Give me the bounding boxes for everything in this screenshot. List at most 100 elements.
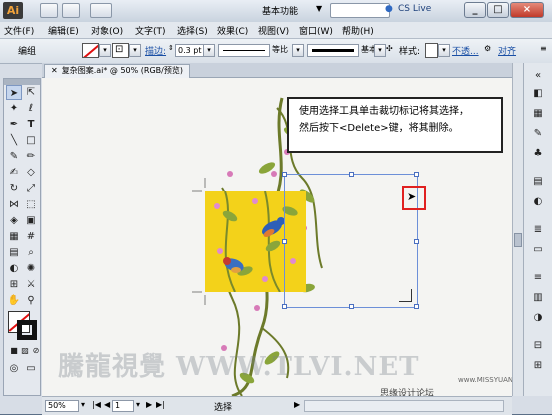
close-tab-icon[interactable]: ✕	[51, 66, 58, 75]
transparency-panel-icon[interactable]: ◑	[531, 311, 545, 325]
type-tool-icon[interactable]: T	[23, 117, 39, 132]
pencil-tool-icon[interactable]: ✏	[23, 149, 39, 164]
vertical-scrollbar[interactable]	[512, 63, 523, 396]
blend-tool-icon[interactable]: ◐	[6, 261, 22, 276]
cs-live-button[interactable]: CS Live	[398, 4, 431, 14]
pen-tool-icon[interactable]: ✒	[6, 117, 22, 132]
scale-tool-icon[interactable]: ⤢	[23, 181, 39, 196]
next-artboard-icon[interactable]: ▶	[146, 400, 152, 409]
artboards-panel-icon[interactable]: ▭	[531, 243, 545, 257]
maximize-button[interactable]: □	[487, 2, 509, 18]
menu-effect[interactable]: 效果(C)	[217, 24, 248, 37]
paintbrush-tool-icon[interactable]: ✎	[6, 149, 22, 164]
stroke-color-box[interactable]	[17, 320, 37, 340]
brush-dropdown[interactable]: ▾	[374, 44, 386, 57]
handle-bottom-left[interactable]	[282, 304, 287, 309]
vertical-scroll-thumb[interactable]	[514, 233, 522, 247]
zoom-tool-icon[interactable]: ⚲	[23, 293, 39, 308]
panel-menu-icon[interactable]: ≡	[540, 44, 547, 53]
arrange-documents-button[interactable]	[62, 3, 80, 18]
rectangle-tool-icon[interactable]: □	[23, 133, 39, 148]
handle-bottom-right[interactable]	[414, 304, 419, 309]
workspace-switcher[interactable]: 基本功能	[262, 4, 298, 17]
appearance-panel-icon[interactable]: ◐	[531, 195, 545, 209]
brush-definition[interactable]	[307, 44, 359, 57]
align-panel-icon[interactable]: ⊟	[531, 339, 545, 353]
fill-dropdown[interactable]: ▾	[99, 44, 111, 57]
search-field[interactable]	[330, 3, 390, 18]
eyedropper-tool-icon[interactable]: ⌕	[23, 245, 39, 260]
collapse-panels-icon[interactable]: «	[531, 69, 545, 83]
menu-help[interactable]: 帮助(H)	[342, 24, 374, 37]
stroke-swatch[interactable]: ⊡	[112, 43, 129, 58]
first-artboard-icon[interactable]: |◀	[92, 400, 101, 409]
line-tool-icon[interactable]: ╲	[6, 133, 22, 148]
graphic-style-swatch[interactable]	[425, 43, 438, 58]
recolor-artwork-icon[interactable]: ⚙	[484, 44, 491, 53]
handle-middle-right[interactable]	[414, 239, 419, 244]
brushes-panel-icon[interactable]: ✎	[531, 127, 545, 141]
menu-object[interactable]: 对象(O)	[91, 24, 123, 37]
transform-panel-icon[interactable]: ⊞	[531, 359, 545, 373]
crop-mark-corner[interactable]	[399, 289, 412, 302]
screen-mode-icon[interactable]: ▭	[23, 361, 39, 376]
artboard-number-field[interactable]: 1	[112, 400, 134, 412]
fill-stroke-widget[interactable]	[8, 311, 38, 341]
perspective-grid-tool-icon[interactable]: ▦	[6, 229, 22, 244]
fill-swatch[interactable]	[82, 43, 99, 58]
rotate-tool-icon[interactable]: ↻	[6, 181, 22, 196]
stroke-dropdown[interactable]: ▾	[129, 44, 141, 57]
gradient-panel-icon[interactable]: ▥	[531, 291, 545, 305]
canvas[interactable]: ➤ 使用选择工具单击裁切标记将其选择， 然后按下<Delete>键，将其删除。 …	[42, 78, 512, 396]
swatches-panel-icon[interactable]: ▦	[531, 107, 545, 121]
live-paint-tool-icon[interactable]: ▣	[23, 213, 39, 228]
draw-mode-icon[interactable]: ◎	[6, 361, 22, 376]
minimize-button[interactable]: _	[464, 2, 486, 18]
eraser-tool-icon[interactable]: ◇	[23, 165, 39, 180]
brush-options-icon[interactable]: ✣	[386, 44, 393, 53]
layers-panel-icon[interactable]: ≣	[531, 223, 545, 237]
variable-width-profile[interactable]	[218, 44, 270, 57]
bridge-button[interactable]	[40, 3, 58, 18]
profile-dropdown[interactable]: ▾	[292, 44, 304, 57]
stroke-panel-icon[interactable]: ≡	[531, 271, 545, 285]
artboard-tool-icon[interactable]: ⊞	[6, 277, 22, 292]
opacity-link[interactable]: 不透...	[452, 44, 479, 57]
menu-file[interactable]: 文件(F)	[4, 24, 34, 37]
free-transform-tool-icon[interactable]: ⬚	[23, 197, 39, 212]
menu-type[interactable]: 文字(T)	[135, 24, 166, 37]
selection-tool-icon[interactable]: ➤	[6, 85, 22, 100]
align-link[interactable]: 对齐	[498, 44, 516, 57]
symbols-panel-icon[interactable]: ♣	[531, 147, 545, 161]
shape-builder-tool-icon[interactable]: ◈	[6, 213, 22, 228]
selection-bounding-box[interactable]	[282, 172, 419, 309]
last-artboard-icon[interactable]: ▶|	[156, 400, 165, 409]
stroke-weight-dropdown[interactable]: ▾	[203, 44, 215, 57]
menu-window[interactable]: 窗口(W)	[299, 24, 333, 37]
horizontal-scrollbar[interactable]	[304, 400, 504, 412]
artboard-dropdown-icon[interactable]: ▾	[136, 400, 140, 409]
symbol-sprayer-tool-icon[interactable]: ✺	[23, 261, 39, 276]
zoom-dropdown-icon[interactable]: ▾	[81, 400, 85, 409]
previous-artboard-icon[interactable]: ◀	[104, 400, 110, 409]
handle-bottom-middle[interactable]	[349, 304, 354, 309]
slice-tool-icon[interactable]: ⚔	[23, 277, 39, 292]
style-dropdown[interactable]: ▾	[438, 44, 450, 57]
stepper-icon[interactable]: ⇕	[168, 44, 174, 52]
close-button[interactable]: ×	[510, 2, 544, 18]
graphic-styles-panel-icon[interactable]: ▤	[531, 175, 545, 189]
chevron-down-icon[interactable]: ▼	[316, 4, 322, 13]
direct-selection-tool-icon[interactable]: ⇱	[23, 85, 39, 100]
handle-top-left[interactable]	[282, 172, 287, 177]
magic-wand-tool-icon[interactable]: ✦	[6, 101, 22, 116]
menu-select[interactable]: 选择(S)	[177, 24, 208, 37]
menu-edit[interactable]: 编辑(E)	[48, 24, 79, 37]
lasso-tool-icon[interactable]: ℓ	[23, 101, 39, 116]
blob-brush-tool-icon[interactable]: ✍	[6, 165, 22, 180]
status-menu-icon[interactable]: ▶	[294, 400, 300, 409]
width-tool-icon[interactable]: ⋈	[6, 197, 22, 212]
menu-view[interactable]: 视图(V)	[258, 24, 289, 37]
hand-tool-icon[interactable]: ✋	[6, 293, 22, 308]
zoom-field[interactable]: 50%	[45, 400, 79, 412]
stroke-link[interactable]: 描边:	[145, 44, 166, 57]
